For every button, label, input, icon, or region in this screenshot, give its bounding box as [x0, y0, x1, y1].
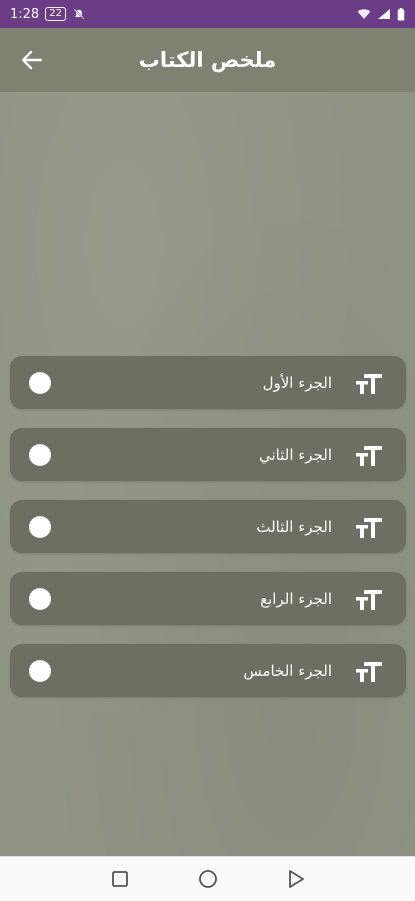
battery-icon: [397, 7, 405, 21]
mute-bell-icon: [73, 8, 85, 20]
item-label: الجزء الثاني: [258, 445, 332, 464]
recents-button[interactable]: [109, 868, 131, 890]
content-area: الجزء الأول الجزء الثاني الجزء الثالث ال…: [0, 92, 415, 856]
text-size-icon: [356, 374, 382, 394]
list-item[interactable]: الجزء الثاني: [10, 428, 406, 481]
radio-button[interactable]: [29, 444, 51, 466]
back-icon: [288, 870, 304, 888]
item-label: الجزء الثالث: [256, 517, 332, 536]
radio-button[interactable]: [29, 372, 51, 394]
status-right: [357, 7, 405, 21]
home-icon: [198, 870, 217, 888]
list-item[interactable]: الجزء الثالث: [10, 500, 406, 553]
radio-button[interactable]: [29, 516, 51, 538]
text-size-icon: [356, 518, 382, 538]
system-nav-bar: [0, 856, 415, 901]
text-size-icon: [356, 590, 382, 610]
item-label: الجزء الخامس: [243, 661, 332, 680]
status-bar: 1:28 22: [0, 0, 415, 28]
status-left: 1:28 22: [10, 7, 86, 22]
home-button[interactable]: [197, 868, 219, 890]
back-button[interactable]: [14, 46, 50, 74]
app-bar: ملخص الكتاب: [0, 28, 415, 92]
radio-button[interactable]: [29, 588, 51, 610]
item-label: الجزء الأول: [262, 373, 332, 392]
text-size-icon: [356, 662, 382, 682]
notification-badge: 22: [45, 7, 66, 21]
arrow-back-icon: [21, 50, 43, 70]
item-label: الجزء الرابع: [260, 589, 332, 608]
status-time: 1:28: [10, 6, 40, 22]
list-item[interactable]: الجزء الرابع: [10, 572, 406, 625]
nav-back-button[interactable]: [285, 868, 307, 890]
radio-button[interactable]: [29, 660, 51, 682]
wifi-icon: [357, 9, 371, 19]
list-item[interactable]: الجزء الأول: [10, 356, 406, 409]
text-size-icon: [356, 446, 382, 466]
page-title: ملخص الكتاب: [138, 48, 277, 72]
signal-icon: [378, 9, 390, 19]
chapter-list: الجزء الأول الجزء الثاني الجزء الثالث ال…: [10, 356, 406, 716]
recents-icon: [111, 871, 128, 887]
list-item[interactable]: الجزء الخامس: [10, 644, 406, 697]
